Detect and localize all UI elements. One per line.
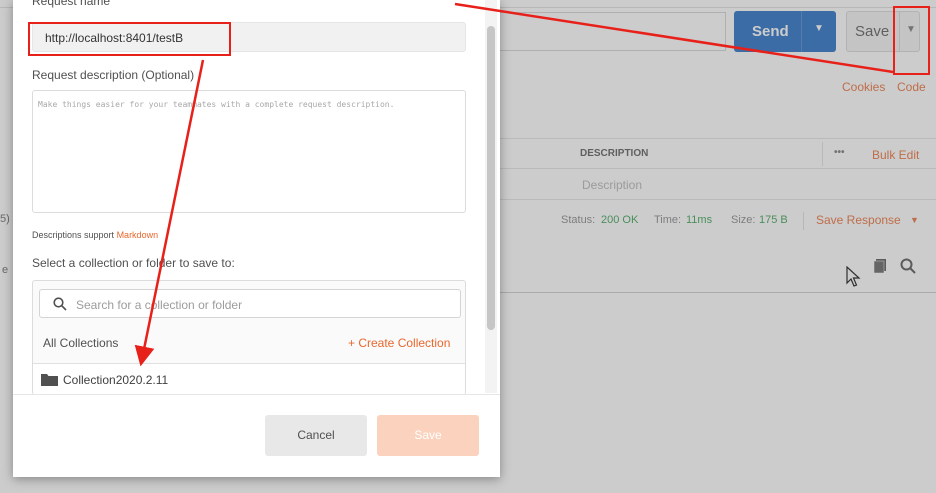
annotation-line-to-save (454, 2, 894, 74)
annotation-arrow-to-collection (134, 59, 205, 367)
annotation-arrows (134, 2, 894, 367)
